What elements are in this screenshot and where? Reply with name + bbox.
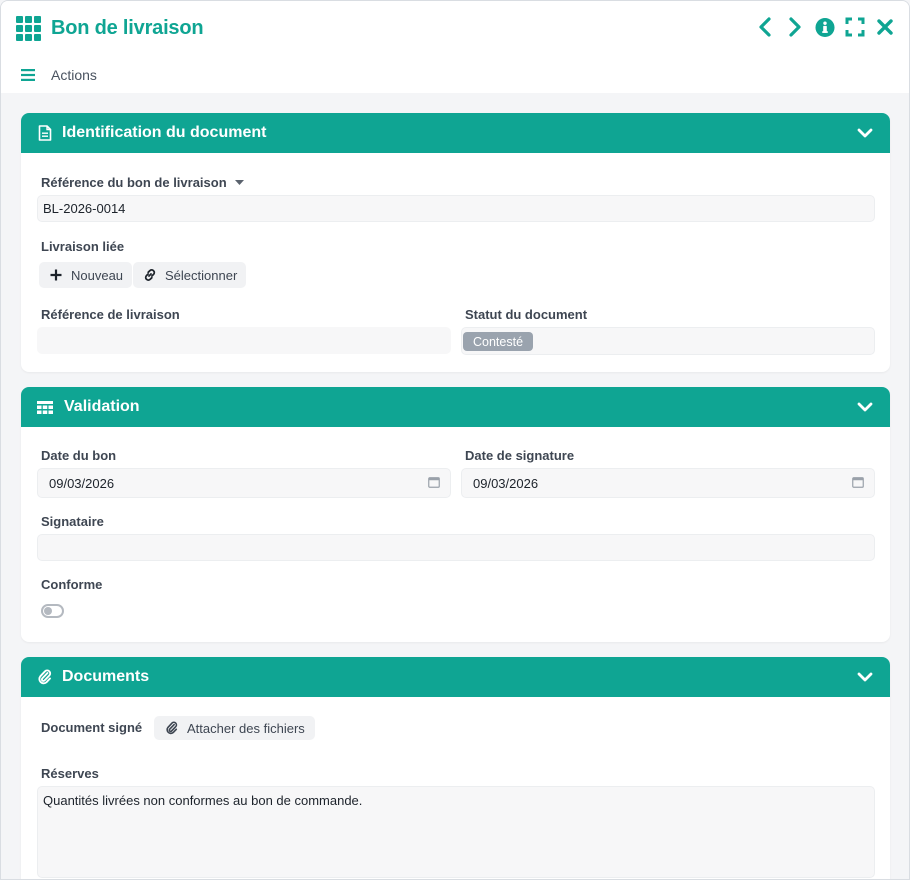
statut-label: Statut du document xyxy=(465,307,588,322)
reserves-textarea[interactable]: Quantités livrées non conformes au bon d… xyxy=(37,786,875,878)
identification-header[interactable]: Identification du document xyxy=(21,113,890,153)
form-window: Bon de livraison Actions Identification … xyxy=(0,0,910,880)
reserves-label: Réserves xyxy=(41,766,99,781)
chevron-right-icon[interactable] xyxy=(785,16,805,38)
livraison-liee-label: Livraison liée xyxy=(41,239,125,254)
chevron-down-icon[interactable] xyxy=(856,398,874,416)
documents-title: Documents xyxy=(62,668,150,685)
calendar-icon[interactable] xyxy=(428,476,440,488)
plus-icon xyxy=(49,268,63,282)
toggle-knob xyxy=(44,607,52,615)
conforme-label: Conforme xyxy=(41,577,103,592)
date-signature-label: Date de signature xyxy=(465,448,575,463)
selectionner-button[interactable]: Sélectionner xyxy=(133,262,247,288)
title-area: Bon de livraison xyxy=(16,15,204,41)
close-icon[interactable] xyxy=(875,16,895,38)
link-icon xyxy=(143,268,157,282)
ref-livraison-label: Référence de livraison xyxy=(41,307,180,322)
doc-signe-label: Document signé xyxy=(41,720,143,735)
attacher-fichiers-button[interactable]: Attacher des fichiers xyxy=(154,716,315,740)
reserves-value: Quantités livrées non conformes au bon d… xyxy=(43,793,363,808)
paperclip-icon xyxy=(165,721,179,735)
table-icon xyxy=(36,398,54,416)
expand-icon[interactable] xyxy=(845,16,865,38)
info-icon[interactable] xyxy=(815,16,835,38)
validation-title: Validation xyxy=(64,398,140,415)
nouveau-button[interactable]: Nouveau xyxy=(39,262,133,288)
attacher-label: Attacher des fichiers xyxy=(187,720,305,736)
window-actions xyxy=(755,15,895,39)
date-signature-value: 09/03/2026 xyxy=(473,475,539,491)
document-icon xyxy=(36,124,54,142)
identification-card: Identification du document Référence du … xyxy=(21,113,890,372)
conforme-toggle[interactable] xyxy=(41,604,64,618)
ref-bon-label-text: Référence du bon de livraison xyxy=(41,175,227,190)
ref-bon-input[interactable]: BL-2026-0014 xyxy=(37,195,875,222)
caret-down-icon[interactable] xyxy=(234,179,244,186)
chevron-left-icon[interactable] xyxy=(755,16,775,38)
validation-card: Validation Date du bon 09/03/2026 Date d… xyxy=(21,387,890,642)
paperclip-icon xyxy=(36,668,54,686)
signataire-label: Signataire xyxy=(41,514,104,529)
ref-livraison-input[interactable] xyxy=(37,327,451,354)
date-bon-value: 09/03/2026 xyxy=(49,475,115,491)
grid-icon xyxy=(16,15,41,41)
selectionner-label: Sélectionner xyxy=(165,267,238,283)
date-bon-label: Date du bon xyxy=(41,448,117,463)
page-title: Bon de livraison xyxy=(51,16,204,39)
top-bar: Bon de livraison Actions xyxy=(1,1,909,93)
signataire-input[interactable] xyxy=(37,534,875,561)
hamburger-icon xyxy=(21,69,35,81)
documents-header[interactable]: Documents xyxy=(21,657,890,697)
chevron-down-icon[interactable] xyxy=(856,668,874,686)
date-bon-input[interactable]: 09/03/2026 xyxy=(37,468,451,498)
status-badge: Contesté xyxy=(463,332,534,351)
actions-label: Actions xyxy=(51,67,97,83)
actions-menu[interactable]: Actions xyxy=(21,65,97,85)
ref-bon-label: Référence du bon de livraison xyxy=(41,175,244,190)
chevron-down-icon[interactable] xyxy=(856,124,874,142)
calendar-icon[interactable] xyxy=(852,476,864,488)
identification-title: Identification du document xyxy=(62,124,267,141)
documents-card: Documents Document signé Attacher des fi… xyxy=(21,657,890,879)
date-signature-input[interactable]: 09/03/2026 xyxy=(461,468,875,498)
nouveau-label: Nouveau xyxy=(71,267,124,283)
validation-header[interactable]: Validation xyxy=(21,387,890,427)
ref-bon-value: BL-2026-0014 xyxy=(43,201,126,216)
